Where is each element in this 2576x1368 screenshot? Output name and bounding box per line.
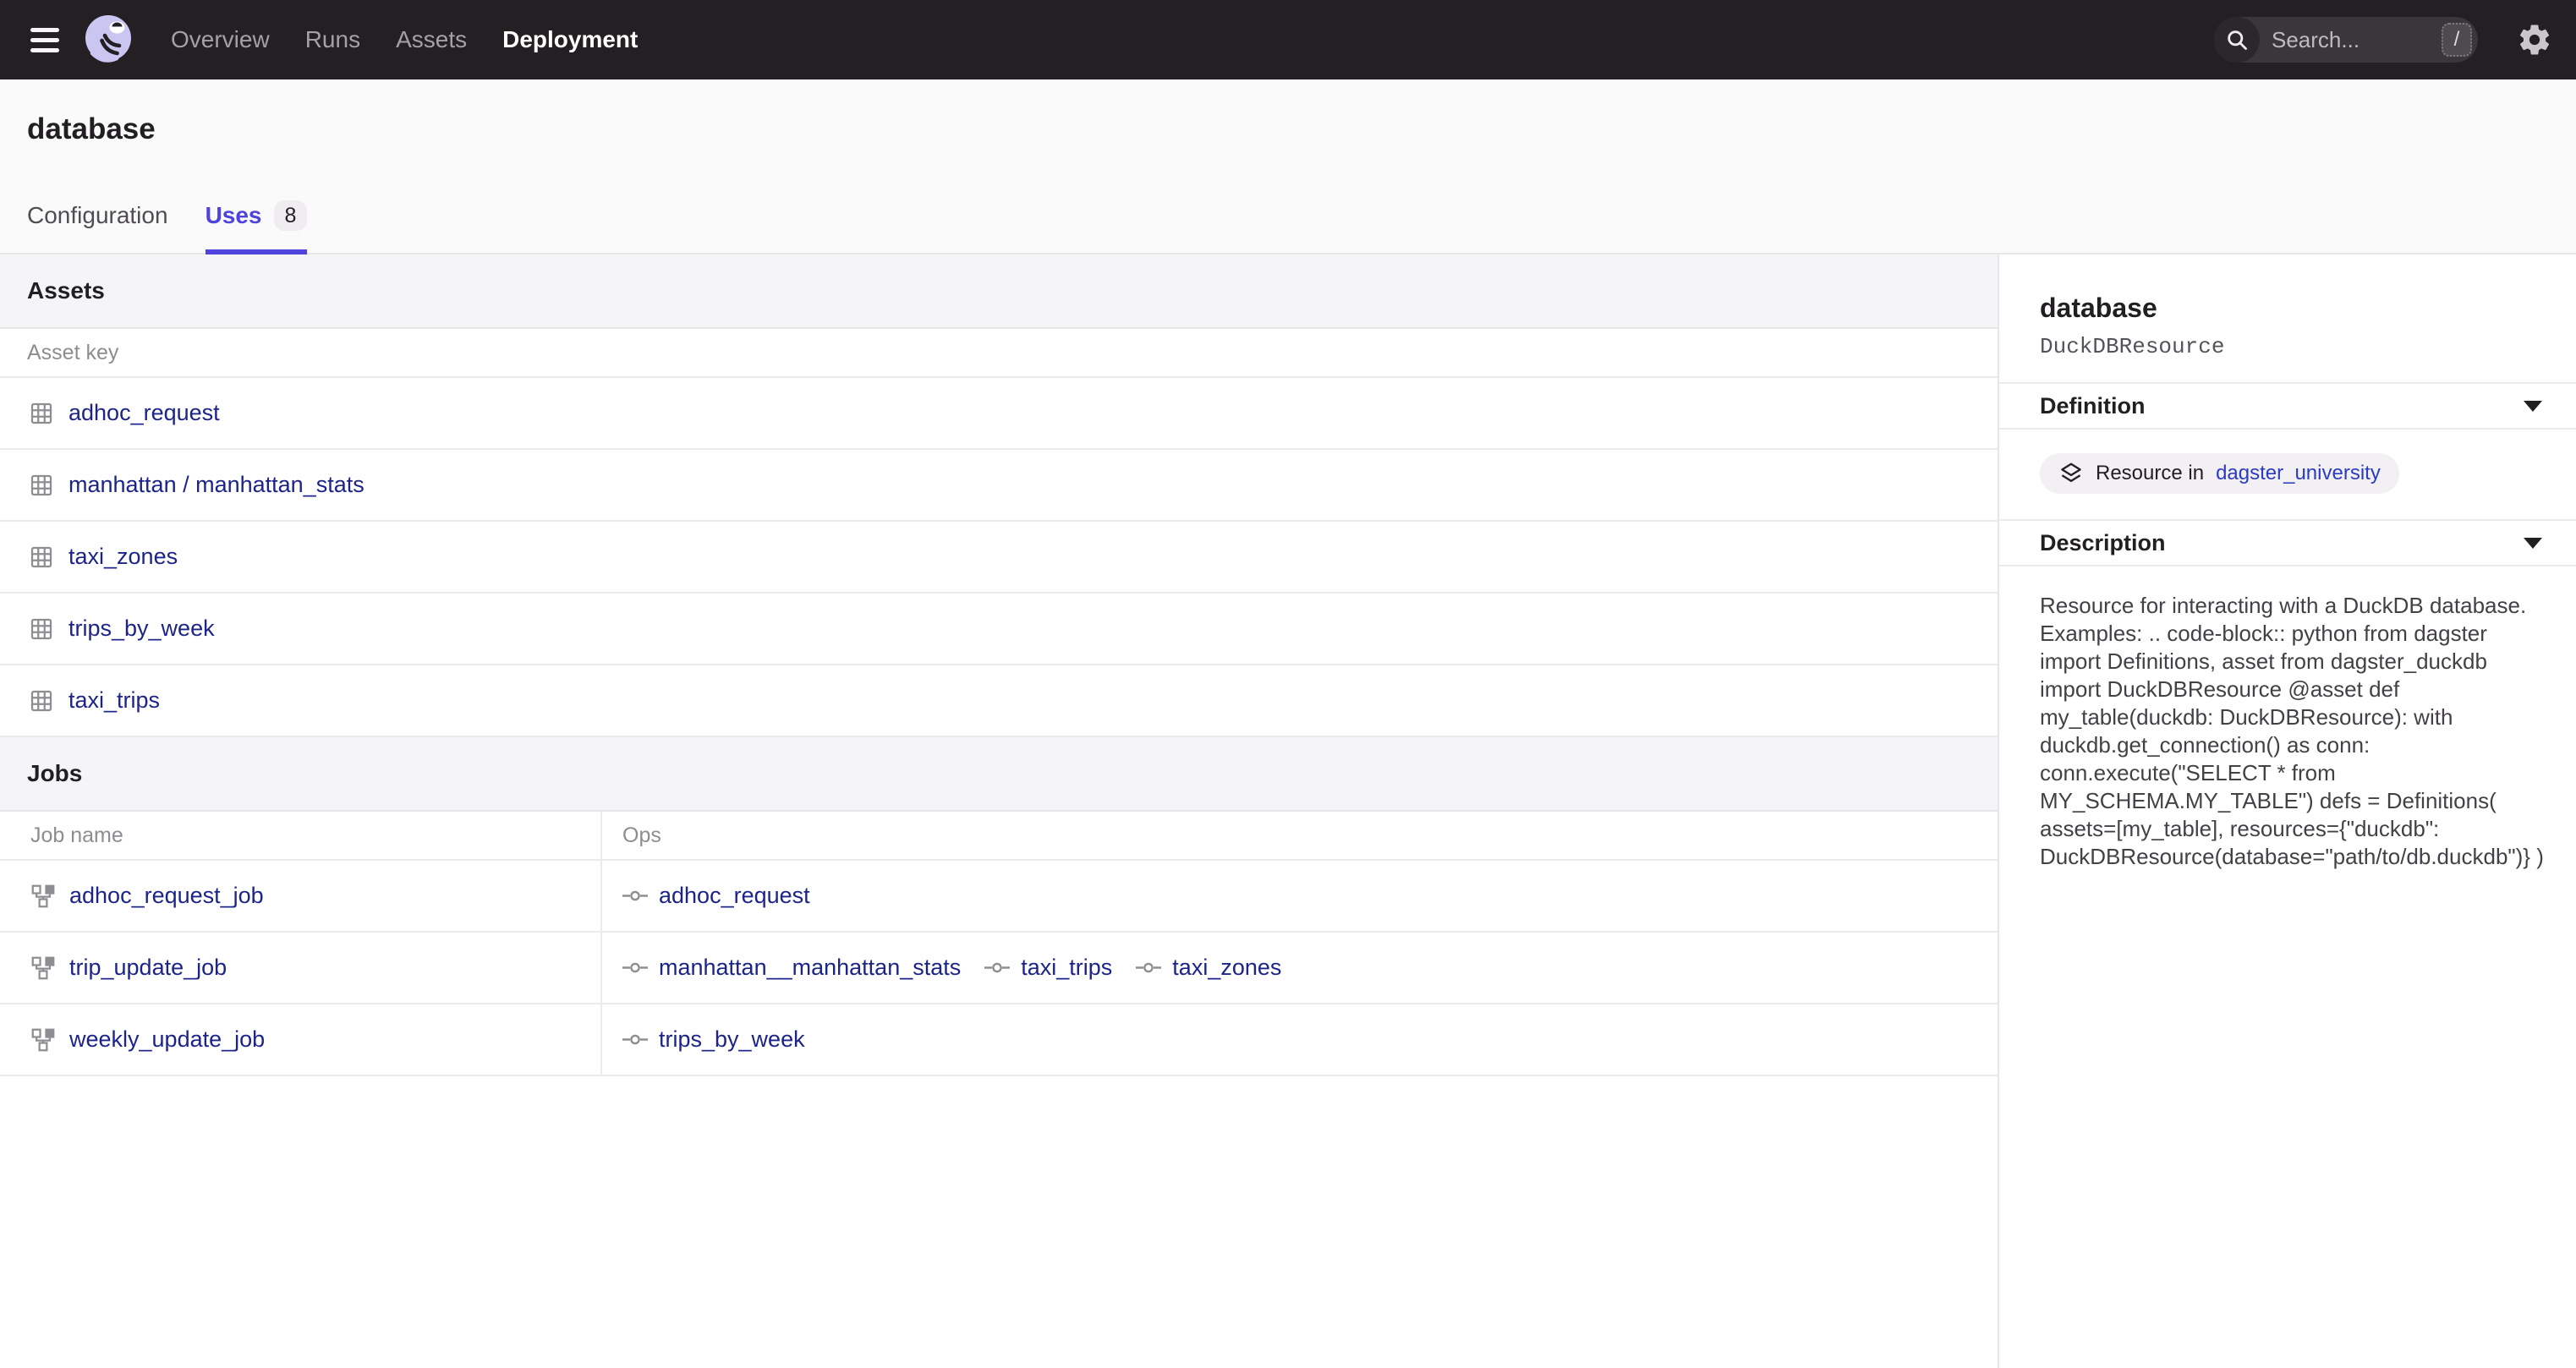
page-title: database (27, 112, 156, 147)
op-link[interactable]: taxi_trips (1021, 955, 1112, 981)
description-label: Description (2040, 530, 2166, 556)
panel-title: database (2040, 292, 2546, 324)
resource-detail-panel: database DuckDBResource Definition Resou… (1999, 254, 2576, 1368)
op-link[interactable]: manhattan__manhattan_stats (659, 955, 961, 981)
job-graph-icon (30, 1027, 56, 1053)
dagster-app: Overview Runs Assets Deployment / databa… (0, 0, 2576, 1368)
op-entry: trips_by_week (622, 1026, 805, 1053)
panel-header: database DuckDBResource (1999, 254, 2576, 382)
tab-uses[interactable]: Uses 8 (206, 200, 308, 253)
hamburger-menu-icon[interactable] (30, 28, 59, 52)
op-node-icon (1136, 961, 1161, 974)
jobs-section-header: Jobs (0, 737, 1998, 812)
nav-item-assets[interactable]: Assets (396, 26, 467, 53)
ops-cell: manhattan__manhattan_stats taxi_trips taxi… (602, 933, 1998, 1003)
asset-row[interactable]: taxi_zones (0, 522, 1998, 594)
layers-icon (2058, 461, 2084, 486)
op-entry: adhoc_request (622, 883, 810, 909)
op-entry: manhattan__manhattan_stats (622, 955, 961, 981)
op-entry: taxi_trips (984, 955, 1112, 981)
nav-items: Overview Runs Assets Deployment (171, 26, 638, 53)
asset-row[interactable]: taxi_trips (0, 665, 1998, 737)
op-node-icon (984, 961, 1010, 974)
jobs-column-header-row: Job name Ops (0, 812, 1998, 861)
code-location-tag: Resource in dagster_university (2040, 453, 2399, 494)
asset-row[interactable]: trips_by_week (0, 594, 1998, 665)
nav-item-runs[interactable]: Runs (305, 26, 360, 53)
op-link[interactable]: trips_by_week (659, 1026, 805, 1053)
op-link[interactable]: adhoc_request (659, 883, 810, 909)
assets-column-header-row: Asset key (0, 329, 1998, 378)
chevron-down-icon[interactable] (2524, 401, 2542, 412)
asset-key-link[interactable]: manhattan / manhattan_stats (69, 472, 364, 498)
definition-section-body: Resource in dagster_university (1999, 430, 2576, 519)
job-name-cell: trip_update_job (0, 933, 602, 1003)
assets-section-header: Assets (0, 254, 1998, 329)
definition-label: Definition (2040, 393, 2145, 419)
table-icon (29, 616, 54, 642)
asset-row[interactable]: adhoc_request (0, 378, 1998, 450)
tab-configuration[interactable]: Configuration (27, 200, 168, 253)
op-node-icon (622, 889, 648, 902)
chevron-down-icon[interactable] (2524, 538, 2542, 549)
job-name-cell: adhoc_request_job (0, 861, 602, 931)
asset-row[interactable]: manhattan / manhattan_stats (0, 450, 1998, 522)
search-shortcut-key: / (2442, 23, 2472, 57)
job-link[interactable]: adhoc_request_job (69, 883, 264, 909)
code-location-link[interactable]: dagster_university (2216, 462, 2381, 485)
table-icon (29, 688, 54, 714)
search-icon (2214, 17, 2260, 63)
job-name-column-header: Job name (0, 812, 602, 859)
op-node-icon (622, 1033, 648, 1046)
table-icon (29, 401, 54, 426)
asset-key-column-header: Asset key (0, 341, 118, 365)
op-link[interactable]: taxi_zones (1172, 955, 1281, 981)
search-input[interactable] (2260, 27, 2442, 53)
dagster-logo-icon[interactable] (81, 13, 135, 67)
page-header: database Configuration Uses 8 (0, 79, 2576, 254)
content-area: Assets Asset key adhoc_request manhattan … (0, 254, 2576, 1368)
table-icon (29, 473, 54, 498)
job-row: trip_update_job manhattan__manhattan_stat… (0, 933, 1998, 1004)
asset-key-link[interactable]: adhoc_request (69, 400, 220, 426)
table-icon (29, 544, 54, 570)
tab-uses-count-badge: 8 (274, 200, 308, 231)
resource-description: Resource for interacting with a DuckDB d… (1999, 566, 2576, 871)
uses-tables: Assets Asset key adhoc_request manhattan … (0, 254, 1999, 1368)
ops-cell: trips_by_week (602, 1004, 1998, 1075)
global-search[interactable]: / (2214, 17, 2478, 63)
tab-uses-label: Uses (206, 201, 262, 230)
job-row: weekly_update_job trips_by_week (0, 1004, 1998, 1076)
resource-type-name: DuckDBResource (2040, 334, 2546, 359)
asset-key-link[interactable]: trips_by_week (69, 616, 215, 642)
settings-gear-icon[interactable] (2517, 22, 2552, 57)
nav-item-deployment[interactable]: Deployment (502, 26, 638, 53)
job-graph-icon (30, 884, 56, 909)
job-row: adhoc_request_job adhoc_request (0, 861, 1998, 933)
job-link[interactable]: weekly_update_job (69, 1026, 265, 1053)
tag-prefix: Resource in (2096, 462, 2204, 485)
tab-configuration-label: Configuration (27, 201, 168, 230)
job-link[interactable]: trip_update_job (69, 955, 227, 981)
definition-section-header: Definition (1999, 382, 2576, 430)
op-node-icon (622, 961, 648, 974)
asset-key-link[interactable]: taxi_zones (69, 544, 178, 570)
op-entry: taxi_zones (1136, 955, 1281, 981)
asset-key-link[interactable]: taxi_trips (69, 687, 160, 714)
top-nav: Overview Runs Assets Deployment / (0, 0, 2576, 79)
nav-item-overview[interactable]: Overview (171, 26, 270, 53)
job-rows: adhoc_request_job adhoc_request trip_updat… (0, 861, 1998, 1076)
ops-column-header: Ops (602, 812, 1998, 859)
description-section-header: Description (1999, 519, 2576, 566)
job-graph-icon (30, 955, 56, 981)
job-name-cell: weekly_update_job (0, 1004, 602, 1075)
ops-cell: adhoc_request (602, 861, 1998, 931)
asset-rows: adhoc_request manhattan / manhattan_stats… (0, 378, 1998, 737)
tab-bar: Configuration Uses 8 (27, 200, 307, 253)
